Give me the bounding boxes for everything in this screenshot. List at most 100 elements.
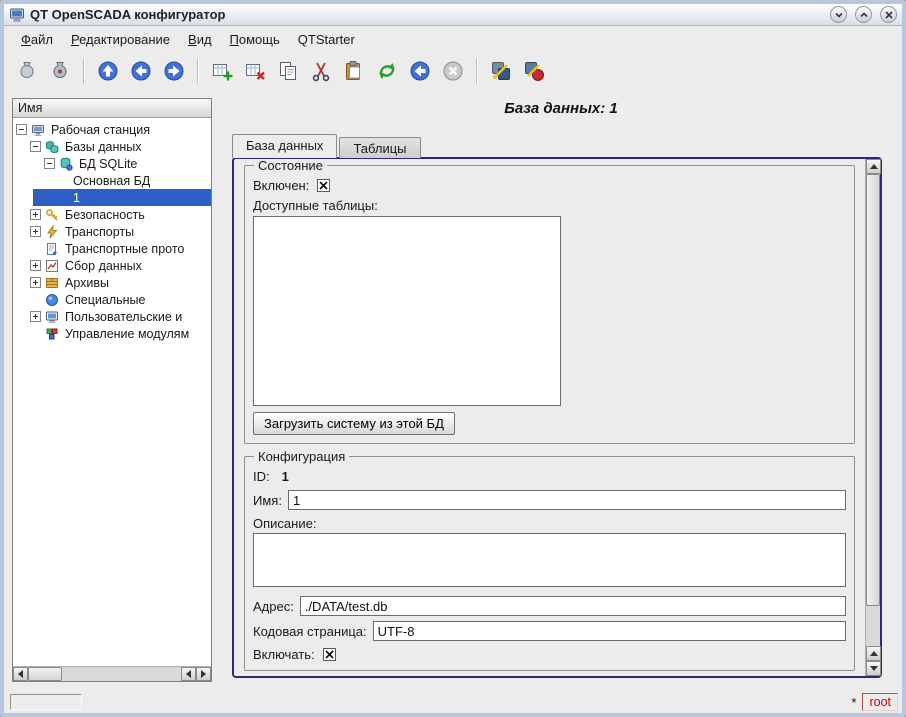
- address-input[interactable]: [300, 596, 846, 616]
- tree-item-module-management[interactable]: Управление модулям: [13, 325, 211, 342]
- load-db-button[interactable]: [12, 56, 42, 86]
- qtstarter-icon: [523, 60, 545, 82]
- status-cell: [10, 694, 82, 710]
- app-icon: [9, 7, 25, 23]
- enabled-checkbox[interactable]: [317, 179, 330, 192]
- refresh-button[interactable]: [372, 56, 402, 86]
- scroll-up-button[interactable]: [866, 646, 881, 661]
- forward-button[interactable]: [159, 56, 189, 86]
- tree-horizontal-scrollbar[interactable]: [13, 666, 211, 681]
- expand-icon[interactable]: [30, 226, 41, 237]
- state-groupbox: Состояние Включен: Доступные таблицы: За…: [244, 165, 855, 444]
- scroll-track[interactable]: [866, 174, 880, 646]
- databases-icon: [45, 140, 60, 154]
- config-legend: Конфигурация: [254, 449, 349, 464]
- check-x-icon: [325, 650, 334, 659]
- expand-icon[interactable]: [30, 311, 41, 322]
- enable-row: Включать:: [253, 647, 846, 662]
- tab-database[interactable]: База данных: [232, 134, 337, 158]
- tree-item-security[interactable]: Безопасность: [13, 206, 211, 223]
- tree-item-workstation[interactable]: Рабочая станция: [13, 121, 211, 138]
- chevron-down-icon: [834, 10, 844, 20]
- config-groupbox: Конфигурация ID: 1 Имя: Описание: Адрес: [244, 456, 855, 671]
- start-icon: [409, 60, 431, 82]
- start-button[interactable]: [405, 56, 435, 86]
- qtstarter-button[interactable]: [519, 56, 549, 86]
- tree-item-daq[interactable]: Сбор данных: [13, 257, 211, 274]
- tree-item-databases[interactable]: Базы данных: [13, 138, 211, 155]
- tree-item-archives[interactable]: Архивы: [13, 274, 211, 291]
- enable-checkbox[interactable]: [323, 648, 336, 661]
- modified-indicator: *: [851, 695, 856, 710]
- tree-item-user-interfaces[interactable]: Пользовательские и: [13, 308, 211, 325]
- add-item-button[interactable]: [207, 56, 237, 86]
- load-system-button[interactable]: Загрузить систему из этой БД: [253, 412, 455, 435]
- arrow-back-icon: [130, 60, 152, 82]
- delete-item-button[interactable]: [240, 56, 270, 86]
- tree-item-special[interactable]: Специальные: [13, 291, 211, 308]
- tree-header[interactable]: Имя: [13, 99, 211, 118]
- titlebar[interactable]: QT OpenSCADA конфигуратор: [4, 4, 902, 26]
- back-button[interactable]: [126, 56, 156, 86]
- scroll-left-button[interactable]: [181, 667, 196, 681]
- shade-button[interactable]: [830, 6, 847, 23]
- collapse-icon[interactable]: [44, 158, 55, 169]
- scroll-right-button[interactable]: [196, 667, 211, 681]
- unshade-button[interactable]: [855, 6, 872, 23]
- expand-icon[interactable]: [30, 209, 41, 220]
- tables-label: Доступные таблицы:: [253, 198, 378, 213]
- tree-item-transports[interactable]: Транспорты: [13, 223, 211, 240]
- description-label: Описание:: [253, 516, 316, 531]
- cut-button[interactable]: [306, 56, 336, 86]
- tables-listbox[interactable]: [253, 216, 561, 406]
- paste-button[interactable]: [339, 56, 369, 86]
- menu-qtstarter[interactable]: QTStarter: [289, 29, 364, 50]
- up-button[interactable]: [93, 56, 123, 86]
- address-row: Адрес:: [253, 596, 846, 616]
- chevron-up-icon: [859, 10, 869, 20]
- menu-view[interactable]: Вид: [179, 29, 221, 50]
- codepage-row: Кодовая страница:: [253, 621, 846, 641]
- name-label: Имя:: [253, 493, 282, 508]
- scroll-up-button[interactable]: [866, 159, 881, 174]
- state-legend: Состояние: [254, 159, 327, 173]
- collapse-icon[interactable]: [16, 124, 27, 135]
- page-title: База данных: 1: [220, 100, 902, 117]
- address-label: Адрес:: [253, 599, 294, 614]
- codepage-input[interactable]: [373, 621, 846, 641]
- menu-file[interactable]: Файл: [12, 29, 62, 50]
- expand-icon[interactable]: [30, 277, 41, 288]
- stop-button[interactable]: [438, 56, 468, 86]
- cut-icon: [310, 60, 332, 82]
- copy-button[interactable]: [273, 56, 303, 86]
- tables-label-row: Доступные таблицы:: [253, 198, 846, 213]
- pane-vertical-scrollbar[interactable]: [865, 159, 880, 676]
- tab-tables[interactable]: Таблицы: [339, 137, 420, 158]
- collapse-icon[interactable]: [30, 141, 41, 152]
- stop-icon: [442, 60, 464, 82]
- menu-help[interactable]: Помощь: [221, 29, 289, 50]
- tab-pane: Состояние Включен: Доступные таблицы: За…: [232, 157, 882, 678]
- navigation-tree-panel: Имя Рабочая станция Базы данных: [12, 98, 212, 682]
- close-button[interactable]: [880, 6, 897, 23]
- modules-icon: [45, 327, 60, 341]
- tree-item-db-1[interactable]: 1: [13, 189, 211, 206]
- tree-item-protocols[interactable]: Транспортные прото: [13, 240, 211, 257]
- menu-edit[interactable]: Редактирование: [62, 29, 179, 50]
- enable-label: Включать:: [253, 647, 315, 662]
- scroll-track[interactable]: [28, 667, 181, 681]
- description-input[interactable]: [253, 533, 846, 587]
- paste-icon: [343, 60, 365, 82]
- save-db-button[interactable]: [45, 56, 75, 86]
- scroll-thumb[interactable]: [28, 667, 62, 681]
- scroll-down-button[interactable]: [866, 661, 881, 676]
- expand-icon[interactable]: [30, 260, 41, 271]
- scroll-left-button[interactable]: [13, 667, 28, 681]
- name-row: Имя:: [253, 490, 846, 510]
- daq-icon: [45, 259, 60, 273]
- scroll-thumb[interactable]: [866, 174, 880, 606]
- configurator-button[interactable]: [486, 56, 516, 86]
- name-input[interactable]: [288, 490, 846, 510]
- tree-item-main-db[interactable]: Основная БД: [13, 172, 211, 189]
- tree-item-sqlite[interactable]: БД SQLite: [13, 155, 211, 172]
